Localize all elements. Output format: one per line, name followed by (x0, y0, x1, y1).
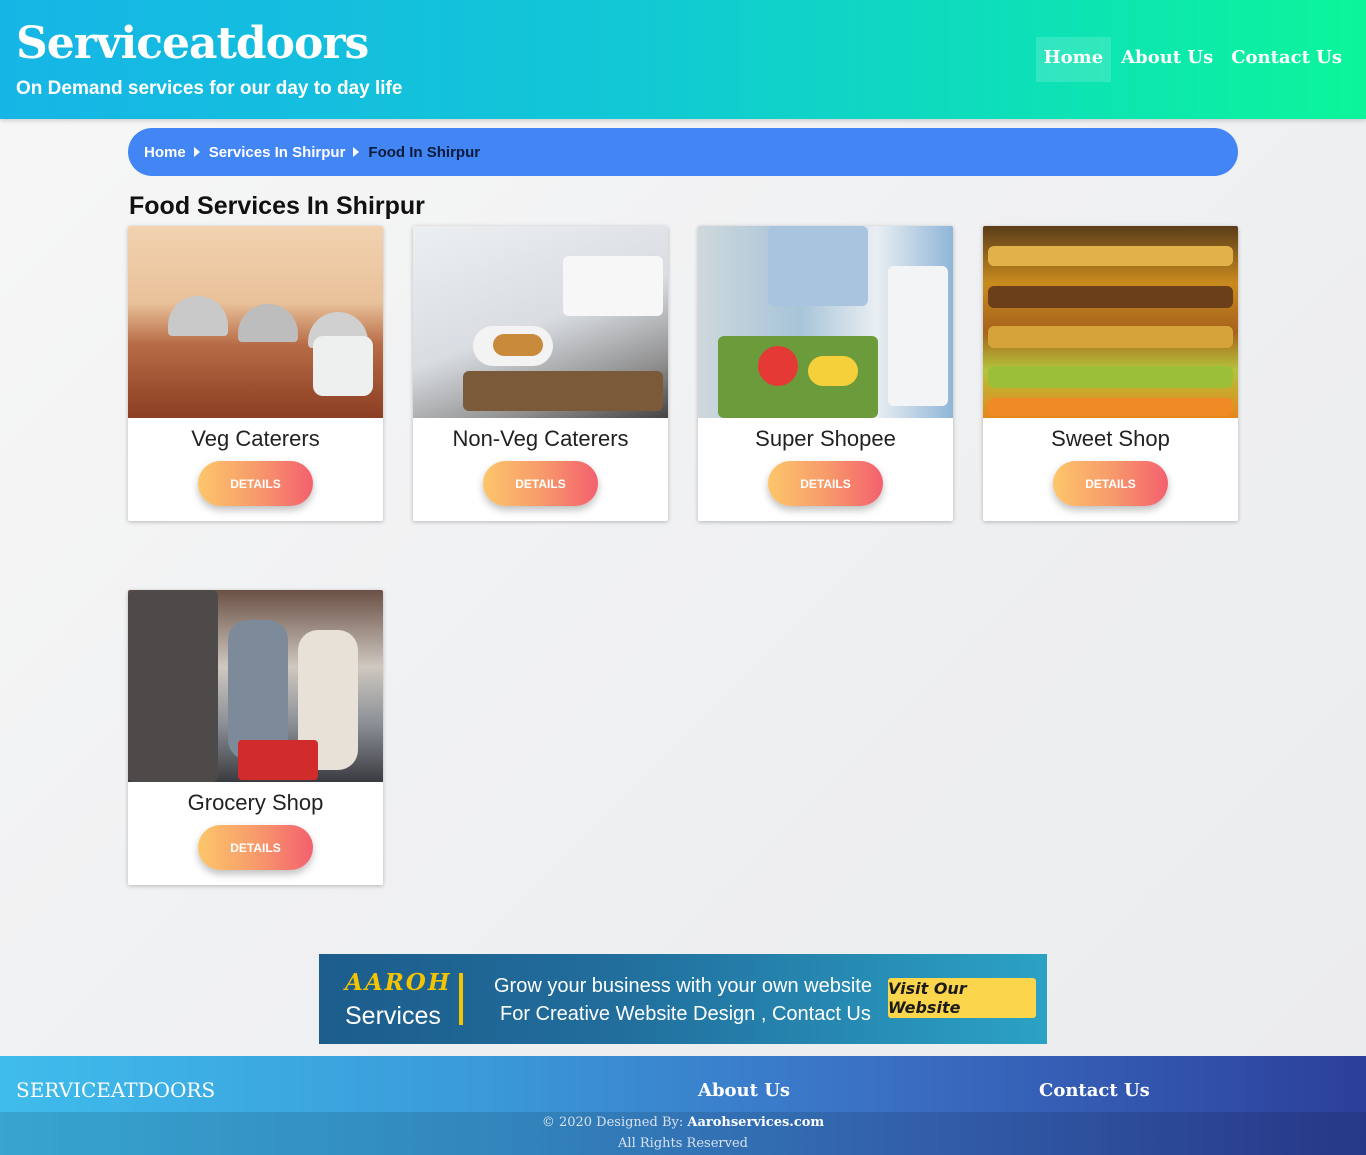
sweet-shop-image (983, 226, 1238, 418)
details-button[interactable]: DETAILS (768, 461, 883, 506)
site-footer: SERVICEATDOORS About Us Contact Us © 202… (0, 1056, 1366, 1155)
rights-text: All Rights Reserved (618, 1136, 748, 1151)
footer-contact-link[interactable]: Contact Us (1039, 1080, 1150, 1101)
breadcrumb-services[interactable]: Services In Shirpur (209, 144, 346, 161)
breadcrumb-current: Food In Shirpur (368, 143, 481, 161)
banner-subline: For Creative Website Design , Contact Us (500, 1003, 871, 1025)
service-card-veg-caterers: Veg Caterers DETAILS (128, 226, 383, 521)
nav-contact-link[interactable]: Contact Us (1223, 37, 1350, 82)
breadcrumb-home[interactable]: Home (144, 144, 186, 161)
main-nav: Home About Us Contact Us (1035, 37, 1350, 82)
footer-copyright: © 2020 Designed By: Aarohservices.com Al… (0, 1112, 1366, 1155)
site-header: Serviceatdoors On Demand services for ou… (0, 0, 1366, 119)
footer-about-link[interactable]: About Us (698, 1080, 790, 1101)
caret-right-icon (193, 147, 200, 157)
card-title: Grocery Shop (187, 790, 324, 815)
details-button[interactable]: DETAILS (483, 461, 598, 506)
veg-caterers-image (128, 226, 383, 418)
visit-website-button[interactable]: Visit Our Website (888, 978, 1036, 1018)
banner-logo-subtext: Services (345, 1002, 441, 1030)
non-veg-caterers-image (413, 226, 668, 418)
caret-right-icon (353, 147, 360, 157)
nav-about-link[interactable]: About Us (1113, 37, 1221, 82)
footer-brand: SERVICEATDOORS (16, 1078, 216, 1102)
banner-logo: AAROH (345, 969, 452, 996)
nav-home-link[interactable]: Home (1035, 37, 1112, 82)
site-logo[interactable]: Serviceatdoors (16, 18, 369, 69)
service-card-super-shopee: Super Shopee DETAILS (698, 226, 953, 521)
service-card-grocery-shop: Grocery Shop DETAILS (128, 590, 383, 885)
card-title: Sweet Shop (1051, 426, 1170, 451)
grocery-shop-image (128, 590, 383, 782)
card-title: Super Shopee (755, 426, 896, 451)
service-card-sweet-shop: Sweet Shop DETAILS (983, 226, 1238, 521)
copyright-text: © 2020 Designed By: (541, 1115, 684, 1130)
details-button[interactable]: DETAILS (1053, 461, 1168, 506)
super-shopee-image (698, 226, 953, 418)
details-button[interactable]: DETAILS (198, 825, 313, 870)
breadcrumb: Home Services In Shirpur Food In Shirpur (128, 128, 1238, 176)
service-card-non-veg-caterers: Non-Veg Caterers DETAILS (413, 226, 668, 521)
promo-banner[interactable]: AAROH Services Grow your business with y… (319, 954, 1047, 1044)
card-title: Non-Veg Caterers (452, 426, 629, 451)
page-title: Food Services In Shirpur (129, 192, 425, 220)
details-button[interactable]: DETAILS (198, 461, 313, 506)
banner-divider (459, 973, 463, 1025)
site-tagline: On Demand services for our day to day li… (16, 78, 403, 99)
banner-headline: Grow your business with your own website (494, 975, 872, 997)
card-title: Veg Caterers (191, 426, 320, 451)
designer-link[interactable]: Aarohservices.com (687, 1115, 824, 1130)
